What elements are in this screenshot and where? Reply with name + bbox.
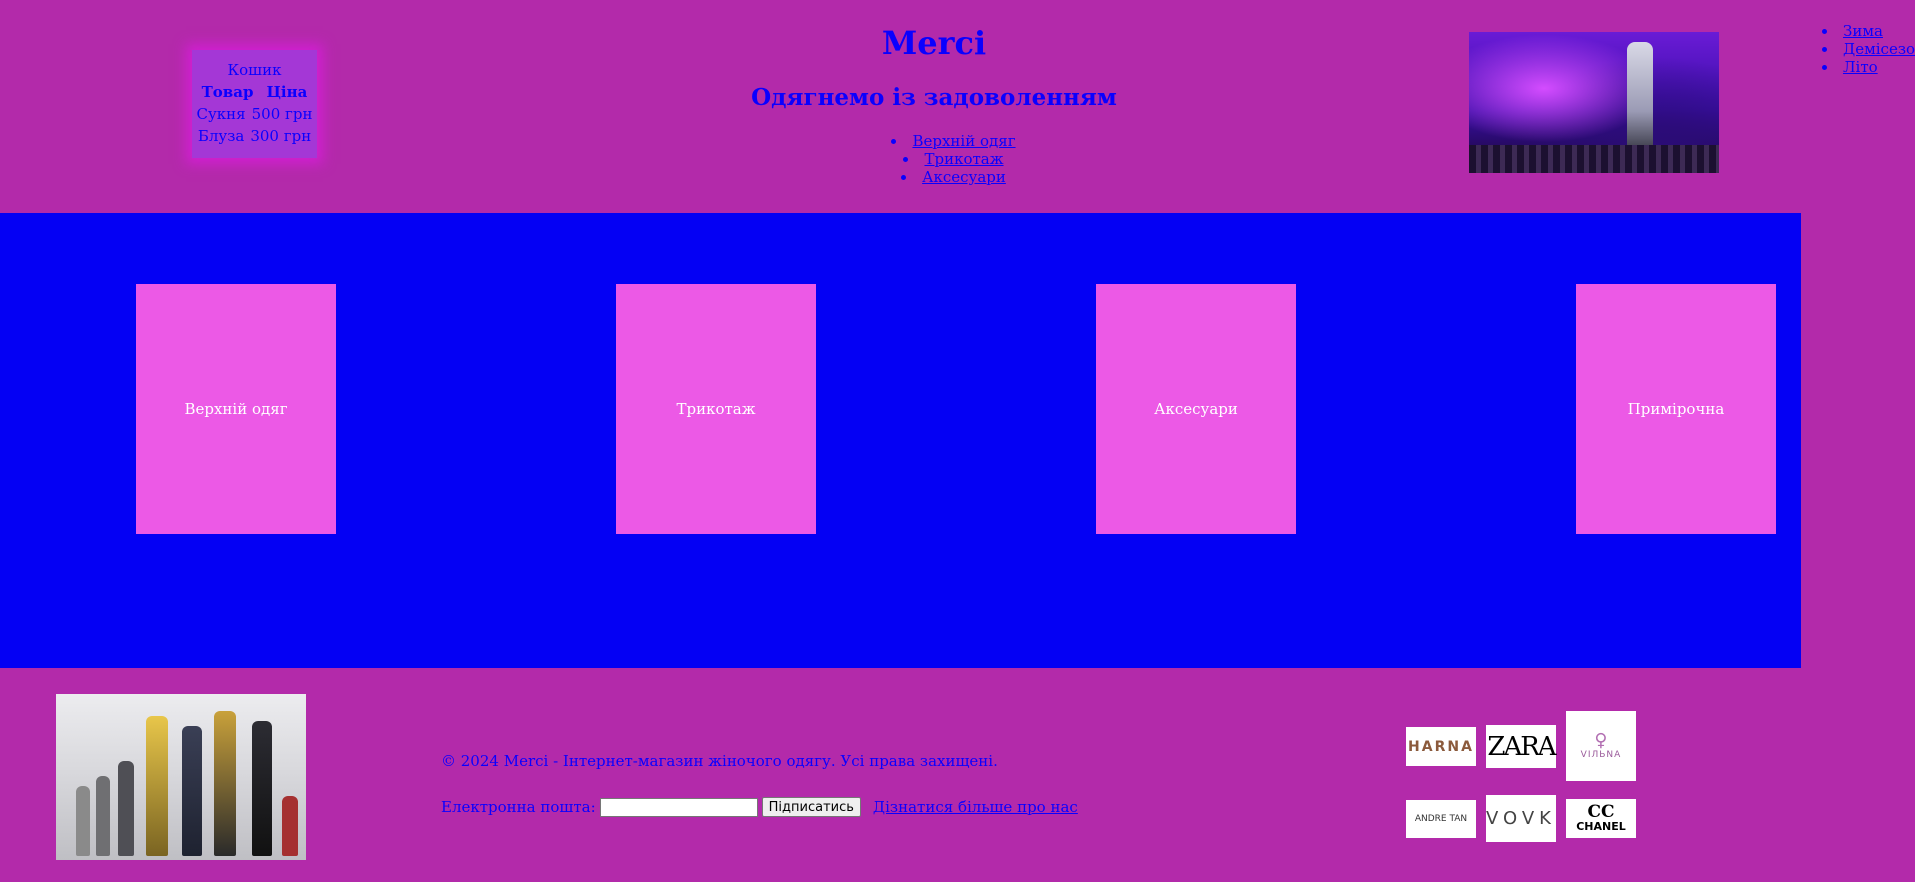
- audience-figure: [282, 796, 298, 856]
- about-us-link[interactable]: Дізнатися більше про нас: [873, 798, 1078, 816]
- brand-logo-vovk[interactable]: VOVK: [1486, 795, 1556, 842]
- category-nav-item: Верхній одяг: [819, 132, 1088, 150]
- footer-copyright: © 2024 Merci - Інтернет-магазин жіночого…: [441, 752, 998, 770]
- cart-row: Блуза 300 грн: [192, 125, 317, 147]
- season-nav-item: Демісезон: [1822, 40, 1915, 58]
- brand-logo-harna[interactable]: HARNA: [1406, 727, 1476, 766]
- runway-model-figure: [1627, 42, 1653, 157]
- runway-model-figure: [146, 716, 168, 856]
- runway-model-figure: [118, 761, 134, 856]
- season-nav: Зима Демісезон Літо: [1822, 22, 1915, 76]
- season-link-winter[interactable]: Зима: [1843, 22, 1883, 40]
- subscribe-form: Електронна пошта: Підписатись Дізнатися …: [441, 797, 1078, 817]
- category-link-outerwear[interactable]: Верхній одяг: [912, 132, 1015, 150]
- brand-logo-andre-tan[interactable]: ANDRE TAN: [1406, 800, 1476, 838]
- cart-item-price: 300 грн: [250, 127, 312, 145]
- runway-model-figure: [96, 776, 110, 856]
- cart-title: Кошик: [227, 61, 282, 79]
- category-card-accessories[interactable]: Аксесуари: [1096, 284, 1296, 534]
- category-section: Верхній одяг Трикотаж Аксесуари Приміроч…: [0, 213, 1801, 668]
- brand-logo-text: VOVK: [1486, 808, 1556, 829]
- subscribe-button[interactable]: Підписатись: [761, 797, 861, 817]
- brand-logo-text: ANDRE TAN: [1414, 814, 1468, 824]
- category-card-fitting-room[interactable]: Примірочна: [1576, 284, 1776, 534]
- category-link-accessories[interactable]: Аксесуари: [922, 168, 1006, 186]
- category-nav: Верхній одяг Трикотаж Аксесуари: [819, 132, 1088, 186]
- chanel-cc-icon: CC: [1587, 802, 1615, 822]
- audience-figure: [1469, 145, 1719, 173]
- category-card-knitwear[interactable]: Трикотаж: [616, 284, 816, 534]
- brand-logo-zara[interactable]: ZARA: [1486, 725, 1557, 768]
- category-nav-item: Трикотаж: [819, 150, 1088, 168]
- header-runway-image: [1469, 32, 1719, 173]
- email-field[interactable]: [599, 797, 758, 817]
- season-link-summer[interactable]: Літо: [1843, 58, 1878, 76]
- runway-model-figure: [182, 726, 202, 856]
- footer-runway-image: [56, 694, 306, 860]
- season-nav-item: Літо: [1822, 58, 1915, 76]
- brand-logo-text: HARNA: [1408, 738, 1474, 755]
- category-link-knitwear[interactable]: Трикотаж: [924, 150, 1003, 168]
- brand-logo-text: CHANEL: [1576, 820, 1626, 833]
- brand-logo-vilna[interactable]: ♀ VIЛЬNA: [1566, 711, 1636, 781]
- email-label: Електронна пошта:: [441, 798, 596, 816]
- category-card-outerwear[interactable]: Верхній одяг: [136, 284, 336, 534]
- runway-model-figure: [252, 721, 272, 856]
- runway-model-figure: [76, 786, 90, 856]
- runway-model-figure: [214, 711, 236, 856]
- brand-logo-text: ZARA: [1487, 731, 1556, 762]
- brand-logo-chanel[interactable]: CC CHANEL: [1566, 799, 1636, 838]
- season-nav-item: Зима: [1822, 22, 1915, 40]
- category-nav-item: Аксесуари: [819, 168, 1088, 186]
- brand-logo-text: VIЛЬNA: [1580, 750, 1622, 760]
- cart-item-name: Блуза: [197, 127, 245, 145]
- vilna-emblem-icon: ♀: [1594, 730, 1608, 751]
- season-link-demiseason[interactable]: Демісезон: [1843, 40, 1915, 58]
